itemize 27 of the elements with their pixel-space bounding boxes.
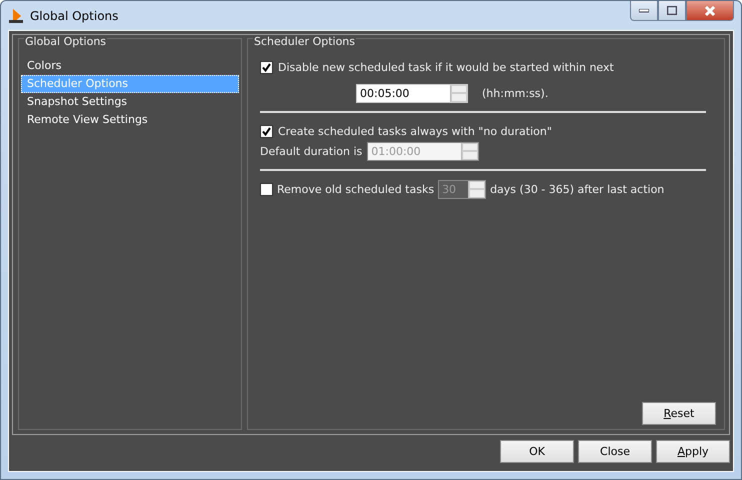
checkbox-label: Create scheduled tasks always with "no duration" [278,124,552,138]
sidebar-item[interactable]: Colors [21,57,239,75]
minimize-icon [639,8,649,12]
checkbox-label: Disable new scheduled task if it would be started within next [278,60,614,74]
maximize-button[interactable] [658,1,686,21]
reset-button[interactable]: Reset [642,402,716,425]
checkbox[interactable] [260,124,273,138]
time-spin-field[interactable]: 00:05:00 [356,84,468,102]
dialog-button[interactable]: OK [500,440,574,463]
maximize-icon [667,6,677,15]
dialog-button[interactable]: Apply [656,440,730,463]
group-title: Global Options [24,35,108,48]
group-title: Scheduler Options [253,35,356,48]
close-icon [704,6,716,16]
field-label: Default duration is [260,144,362,158]
unit-label: (hh:mm:ss). [482,86,548,100]
sidebar-item[interactable]: Snapshot Settings [21,93,239,111]
checkbox[interactable] [260,182,273,196]
window-title: Global Options [30,8,118,22]
minimize-button[interactable] [630,1,658,21]
app-logo-icon [8,8,24,24]
sidebar-item[interactable]: Remote View Settings [21,111,239,129]
checkbox[interactable] [260,60,273,74]
checkbox-label: Remove old scheduled tasks [277,182,434,196]
close-button[interactable] [686,1,734,21]
unit-label: days (30 - 365) after last action [490,182,664,196]
dialog-button[interactable]: Close [578,440,652,463]
